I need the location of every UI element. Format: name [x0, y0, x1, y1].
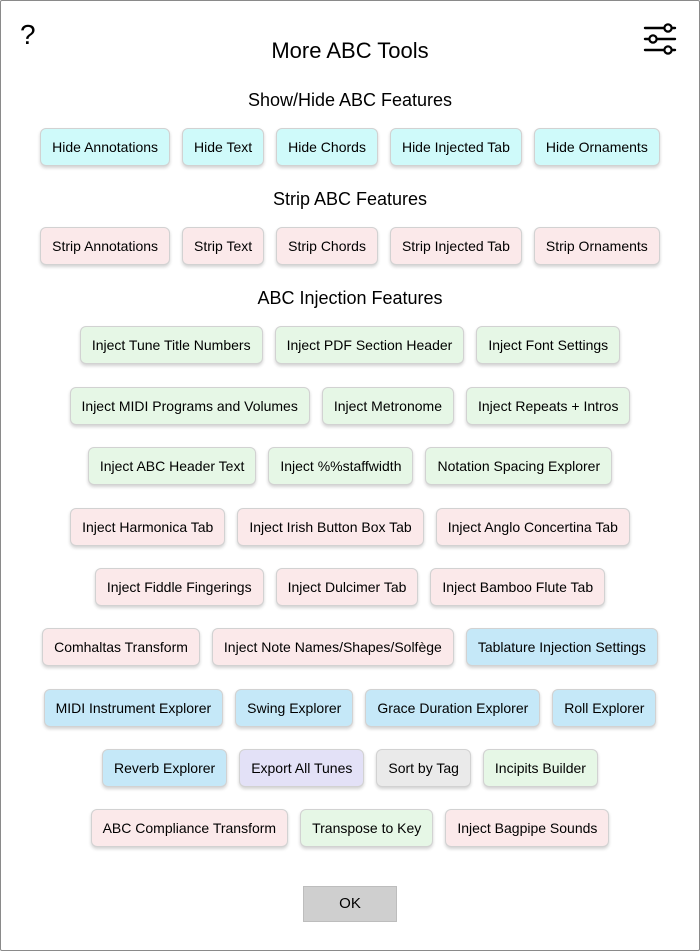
strip-chords-button[interactable]: Strip Chords	[276, 227, 378, 265]
ok-button[interactable]: OK	[303, 886, 397, 922]
inject-tune-title-numbers-button[interactable]: Inject Tune Title Numbers	[79, 326, 263, 364]
inject-metronome-button[interactable]: Inject Metronome	[321, 387, 454, 425]
hide-chords-button[interactable]: Hide Chords	[276, 128, 378, 166]
injection-row-6: Comhaltas Transform Inject Note Names/Sh…	[0, 628, 700, 666]
strip-text-button[interactable]: Strip Text	[182, 227, 265, 265]
injection-row-2: Inject MIDI Programs and Volumes Inject …	[0, 387, 700, 425]
section-heading-show-hide: Show/Hide ABC Features	[247, 90, 453, 110]
injection-row-3: Inject ABC Header Text Inject %%staffwid…	[0, 447, 700, 485]
export-all-tunes-button[interactable]: Export All Tunes	[239, 749, 365, 787]
inject-repeats-intros-button[interactable]: Inject Repeats + Intros	[466, 387, 631, 425]
inject-staffwidth-button[interactable]: Inject %%staffwidth	[268, 447, 414, 485]
sort-by-tag-button[interactable]: Sort by Tag	[376, 749, 471, 787]
strip-injected-tab-button[interactable]: Strip Injected Tab	[389, 227, 522, 265]
transpose-to-key-button[interactable]: Transpose to Key	[300, 809, 434, 847]
incipits-builder-button[interactable]: Incipits Builder	[482, 749, 598, 787]
roll-explorer-button[interactable]: Roll Explorer	[552, 689, 657, 727]
inject-note-names-button[interactable]: Inject Note Names/Shapes/Solfège	[211, 628, 454, 666]
inject-irish-button-box-tab-button[interactable]: Inject Irish Button Box Tab	[237, 508, 424, 546]
grace-duration-explorer-button[interactable]: Grace Duration Explorer	[365, 689, 541, 727]
inject-dulcimer-tab-button[interactable]: Inject Dulcimer Tab	[275, 568, 419, 606]
inject-harmonica-tab-button[interactable]: Inject Harmonica Tab	[70, 508, 226, 546]
section-heading-injection: ABC Injection Features	[257, 288, 443, 308]
section-heading-strip: Strip ABC Features	[272, 189, 428, 209]
injection-row-4: Inject Harmonica Tab Inject Irish Button…	[0, 508, 700, 546]
injection-row-1: Inject Tune Title Numbers Inject PDF Sec…	[0, 326, 700, 364]
reverb-explorer-button[interactable]: Reverb Explorer	[102, 749, 228, 787]
strip-buttons-row: Strip Annotations Strip Text Strip Chord…	[0, 227, 700, 265]
inject-pdf-section-header-button[interactable]: Inject PDF Section Header	[274, 326, 465, 364]
injection-row-8: Reverb Explorer Export All Tunes Sort by…	[0, 749, 700, 787]
abc-compliance-transform-button[interactable]: ABC Compliance Transform	[90, 809, 289, 847]
hide-annotations-button[interactable]: Hide Annotations	[40, 128, 171, 166]
inject-midi-programs-button[interactable]: Inject MIDI Programs and Volumes	[69, 387, 310, 425]
swing-explorer-button[interactable]: Swing Explorer	[235, 689, 354, 727]
hide-injected-tab-button[interactable]: Hide Injected Tab	[389, 128, 522, 166]
inject-bagpipe-sounds-button[interactable]: Inject Bagpipe Sounds	[445, 809, 610, 847]
hide-buttons-row: Hide Annotations Hide Text Hide Chords H…	[0, 128, 700, 166]
injection-row-9: ABC Compliance Transform Transpose to Ke…	[0, 809, 700, 847]
comhaltas-transform-button[interactable]: Comhaltas Transform	[42, 628, 200, 666]
dialog-title: More ABC Tools	[271, 38, 429, 63]
tablature-injection-settings-button[interactable]: Tablature Injection Settings	[465, 628, 658, 666]
inject-abc-header-text-button[interactable]: Inject ABC Header Text	[87, 447, 257, 485]
inject-anglo-concertina-tab-button[interactable]: Inject Anglo Concertina Tab	[435, 508, 630, 546]
hide-ornaments-button[interactable]: Hide Ornaments	[533, 128, 660, 166]
inject-font-settings-button[interactable]: Inject Font Settings	[476, 326, 621, 364]
strip-annotations-button[interactable]: Strip Annotations	[40, 227, 171, 265]
injection-row-5: Inject Fiddle Fingerings Inject Dulcimer…	[0, 568, 700, 606]
strip-ornaments-button[interactable]: Strip Ornaments	[533, 227, 660, 265]
inject-bamboo-flute-tab-button[interactable]: Inject Bamboo Flute Tab	[430, 568, 606, 606]
injection-row-7: MIDI Instrument Explorer Swing Explorer …	[0, 689, 700, 727]
notation-spacing-explorer-button[interactable]: Notation Spacing Explorer	[425, 447, 613, 485]
midi-instrument-explorer-button[interactable]: MIDI Instrument Explorer	[43, 689, 224, 727]
inject-fiddle-fingerings-button[interactable]: Inject Fiddle Fingerings	[94, 568, 264, 606]
hide-text-button[interactable]: Hide Text	[182, 128, 265, 166]
